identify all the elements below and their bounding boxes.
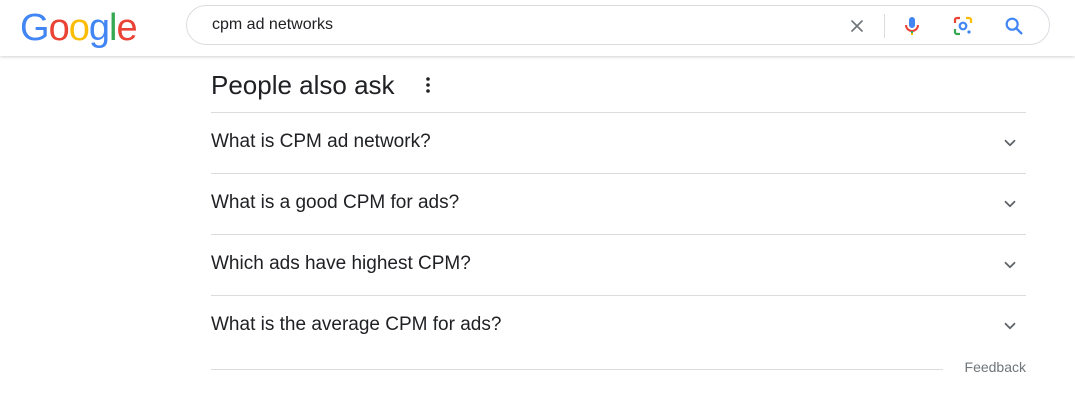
search-divider xyxy=(884,14,885,38)
voice-search-button[interactable] xyxy=(900,14,924,38)
people-also-ask-section: People also ask What is CPM ad network? … xyxy=(211,56,1026,386)
paa-question[interactable]: What is the average CPM for ads? xyxy=(211,295,1026,356)
logo-letter-l: l xyxy=(108,7,118,49)
search-input[interactable] xyxy=(212,15,812,35)
chevron-down-icon xyxy=(998,314,1022,338)
clear-icon xyxy=(851,20,863,32)
search-button[interactable] xyxy=(1002,14,1026,38)
logo-letter-g1: G xyxy=(20,7,50,49)
lens-icon xyxy=(953,16,973,36)
logo-letter-e: e xyxy=(116,7,137,49)
paa-footer: Feedback xyxy=(211,356,1026,386)
chevron-down-icon xyxy=(998,192,1022,216)
paa-question[interactable]: Which ads have highest CPM? xyxy=(211,234,1026,295)
search-box xyxy=(186,5,1050,45)
paa-menu-button[interactable] xyxy=(418,73,438,97)
logo-letter-o2: o xyxy=(68,7,90,49)
feedback-link[interactable]: Feedback xyxy=(965,359,1026,375)
paa-question-text: What is CPM ad network? xyxy=(211,131,431,152)
paa-question-text: Which ads have highest CPM? xyxy=(211,253,471,274)
paa-question[interactable]: What is CPM ad network? xyxy=(211,112,1026,173)
paa-question-text: What is the average CPM for ads? xyxy=(211,314,502,335)
footer-divider xyxy=(211,369,943,370)
paa-question[interactable]: What is a good CPM for ads? xyxy=(211,173,1026,234)
paa-title: People also ask xyxy=(211,70,395,100)
logo-letter-g2: g xyxy=(88,7,110,49)
search-icon xyxy=(1005,17,1023,35)
more-vert-icon xyxy=(426,77,430,93)
paa-header: People also ask xyxy=(211,56,1026,112)
logo-letter-o1: o xyxy=(48,7,70,49)
microphone-icon xyxy=(905,17,919,35)
chevron-down-icon xyxy=(998,253,1022,277)
top-header: Google xyxy=(0,0,1075,56)
paa-question-text: What is a good CPM for ads? xyxy=(211,192,460,213)
clear-button[interactable] xyxy=(845,14,869,38)
lens-search-button[interactable] xyxy=(951,14,975,38)
chevron-down-icon xyxy=(998,131,1022,155)
google-logo[interactable]: Google xyxy=(20,7,138,49)
